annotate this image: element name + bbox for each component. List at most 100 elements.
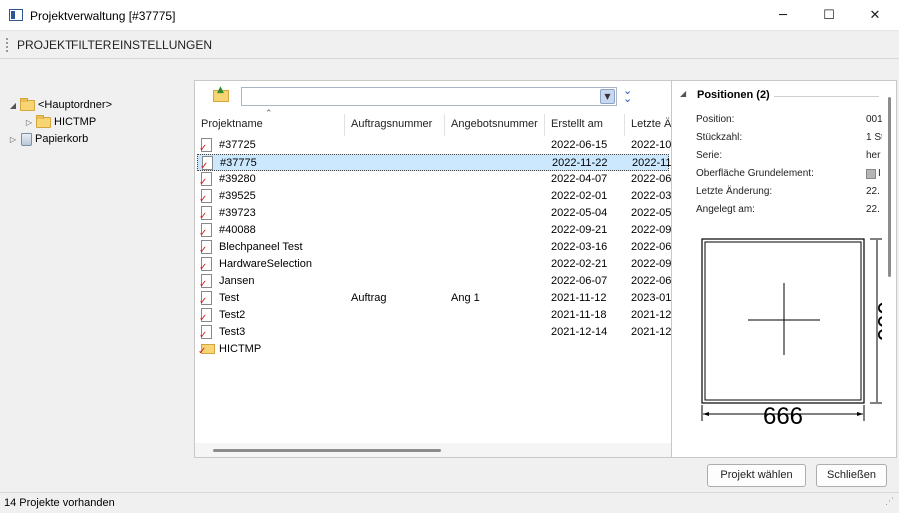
cell-projektname: #40088 bbox=[219, 224, 256, 236]
project-file-icon bbox=[199, 308, 212, 324]
table-row[interactable]: Jansen 2022-06-07 2022-06 bbox=[197, 273, 671, 290]
trash-icon bbox=[21, 132, 32, 146]
cell-letzte-aenderung: 2022-11- bbox=[632, 157, 672, 169]
property-label: Angelegt am: bbox=[696, 204, 755, 215]
maximize-button[interactable]: ☐ bbox=[806, 0, 852, 31]
cell-erstellt-am: 2022-05-04 bbox=[551, 207, 608, 219]
cell-erstellt-am: 2021-11-12 bbox=[551, 292, 607, 304]
project-file-icon bbox=[199, 325, 212, 341]
vertical-scroll-thumb[interactable] bbox=[888, 97, 891, 277]
table-row[interactable]: HICTMP bbox=[197, 341, 669, 358]
folder-up-icon[interactable] bbox=[213, 85, 229, 102]
menu-einstellungen[interactable]: EINSTELLUNGEN bbox=[112, 38, 212, 52]
cell-erstellt-am: 2021-12-14 bbox=[551, 326, 608, 338]
tree-item-label: HICTMP bbox=[54, 116, 97, 128]
close-button[interactable]: Schließen bbox=[816, 464, 887, 487]
table-row[interactable]: Test Auftrag Ang 1 2021-11-12 2023-01 bbox=[197, 290, 671, 307]
cell-letzte-aenderung: 2022-09 bbox=[631, 258, 671, 270]
project-file-icon bbox=[199, 291, 212, 307]
minimize-button[interactable]: ─ bbox=[760, 0, 806, 31]
expand-more-icon[interactable]: ⌄ ⌄ bbox=[623, 85, 632, 104]
cell-letzte-aenderung: 2022-06 bbox=[631, 173, 671, 185]
tree-item-hictmp[interactable]: ▷ HICTMP bbox=[24, 114, 96, 130]
menu-filter[interactable]: FILTER bbox=[71, 38, 111, 52]
table-row[interactable]: HardwareSelection 2022-02-21 2022-09 bbox=[197, 256, 671, 273]
cell-projektname: HardwareSelection bbox=[219, 258, 312, 270]
cell-projektname: #39723 bbox=[219, 207, 256, 219]
table-row[interactable]: #37725 2022-06-15 2022-10 bbox=[197, 137, 671, 154]
cell-letzte-aenderung: 2023-01 bbox=[631, 292, 671, 304]
collapsed-arrow-icon[interactable]: ▷ bbox=[8, 135, 18, 144]
table-row[interactable]: #37775 2022-11-22 2022-11- bbox=[197, 154, 672, 172]
cell-letzte-aenderung: 2022-10 bbox=[631, 139, 671, 151]
position-drawing: 666 666 bbox=[701, 238, 882, 430]
project-file-icon bbox=[199, 223, 212, 239]
cell-letzte-aenderung: 2022-06 bbox=[631, 275, 671, 287]
cell-projektname: Test bbox=[219, 292, 240, 304]
column-header-auftragsnummer[interactable]: Auftragsnummer bbox=[345, 114, 445, 136]
chevron-down-icon[interactable]: ▼ bbox=[600, 89, 615, 104]
table-row[interactable]: Test2 2021-11-18 2021-12- bbox=[197, 307, 671, 324]
collapsed-arrow-icon[interactable]: ▷ bbox=[24, 118, 34, 127]
cell-projektname: #37725 bbox=[219, 139, 256, 151]
cell-projektname: HICTMP bbox=[219, 343, 262, 355]
project-file-icon bbox=[199, 257, 212, 273]
tree-item-papierkorb[interactable]: ▷ Papierkorb bbox=[8, 131, 88, 147]
cell-erstellt-am: 2022-02-21 bbox=[551, 258, 608, 270]
tree-item-label: Papierkorb bbox=[35, 133, 89, 145]
column-header-erstellt-am[interactable]: Erstellt am bbox=[545, 114, 625, 136]
table-row[interactable]: #39280 2022-04-07 2022-06 bbox=[197, 171, 671, 188]
tree-item-hauptordner[interactable]: ◢ <Hauptordner> bbox=[8, 97, 112, 113]
folder-icon bbox=[36, 114, 51, 128]
cell-letzte-aenderung: 2021-12- bbox=[631, 309, 671, 321]
close-window-button[interactable]: ✕ bbox=[852, 0, 898, 31]
resize-grip-icon[interactable]: ⋰ bbox=[885, 498, 895, 510]
title-bar: Projektverwaltung [#37775] ─ ☐ ✕ bbox=[0, 0, 899, 31]
property-value: 22. bbox=[866, 186, 880, 197]
menu-bar: PROJEKT FILTER EINSTELLUNGEN bbox=[0, 31, 899, 59]
collapse-arrow-icon[interactable]: ◢ bbox=[680, 89, 686, 98]
app-icon bbox=[9, 9, 23, 21]
table-row[interactable]: #39525 2022-02-01 2022-03 bbox=[197, 188, 671, 205]
cell-projektname: Blechpaneel Test bbox=[219, 241, 303, 253]
list-toolbar: ▼ ⌄⌄ bbox=[195, 81, 671, 111]
project-file-icon bbox=[199, 138, 212, 154]
cell-angebotsnummer: Ang 1 bbox=[451, 292, 480, 304]
status-bar: 14 Projekte vorhanden ⋰ bbox=[0, 492, 899, 513]
column-header-angebotsnummer[interactable]: Angebotsnummer bbox=[445, 114, 545, 136]
table-row[interactable]: Blechpaneel Test 2022-03-16 2022-06 bbox=[197, 239, 671, 256]
section-title: Positionen (2) bbox=[697, 89, 770, 101]
expanded-arrow-icon[interactable]: ◢ bbox=[8, 101, 18, 110]
cell-projektname: #37775 bbox=[220, 157, 257, 169]
cell-letzte-aenderung: 2022-06 bbox=[631, 241, 671, 253]
cell-auftragsnummer: Auftrag bbox=[351, 292, 387, 304]
project-file-icon bbox=[199, 206, 212, 222]
cell-projektname: Jansen bbox=[219, 275, 255, 287]
details-vertical-scrollbar[interactable] bbox=[882, 80, 897, 458]
cell-projektname: #39280 bbox=[219, 173, 256, 185]
tree-item-label: <Hauptordner> bbox=[38, 99, 112, 111]
cell-erstellt-am: 2022-06-07 bbox=[551, 275, 608, 287]
table-row[interactable]: #40088 2022-09-21 2022-09 bbox=[197, 222, 671, 239]
select-project-button[interactable]: Projekt wählen bbox=[707, 464, 806, 487]
cell-letzte-aenderung: 2021-12- bbox=[631, 326, 671, 338]
project-file-icon bbox=[199, 172, 212, 188]
horizontal-scroll-thumb[interactable] bbox=[213, 449, 441, 452]
toolbar-grip[interactable] bbox=[6, 38, 8, 52]
horizontal-scrollbar[interactable] bbox=[195, 443, 671, 457]
cell-erstellt-am: 2022-03-16 bbox=[551, 241, 608, 253]
cell-projektname: #39525 bbox=[219, 190, 256, 202]
property-value: 001 bbox=[866, 114, 883, 125]
positions-section-header[interactable]: ◢ Positionen (2) bbox=[672, 85, 882, 107]
column-header-letzte-aenderung[interactable]: Letzte Ä bbox=[625, 114, 671, 136]
folder-icon bbox=[198, 344, 215, 357]
property-label: Oberfläche Grundelement: bbox=[696, 168, 814, 179]
menu-projekt[interactable]: PROJEKT bbox=[17, 38, 72, 52]
table-row[interactable]: Test3 2021-12-14 2021-12- bbox=[197, 324, 671, 341]
column-header-projektname[interactable]: Projektname bbox=[195, 114, 345, 136]
cell-erstellt-am: 2021-11-18 bbox=[551, 309, 607, 321]
details-pane: ◢ Positionen (2) Position: 001 Stückzahl: 1… bbox=[672, 80, 883, 458]
path-combobox[interactable]: ▼ bbox=[241, 87, 617, 106]
table-row[interactable]: #39723 2022-05-04 2022-05 bbox=[197, 205, 671, 222]
cell-erstellt-am: 2022-11-22 bbox=[552, 157, 608, 169]
